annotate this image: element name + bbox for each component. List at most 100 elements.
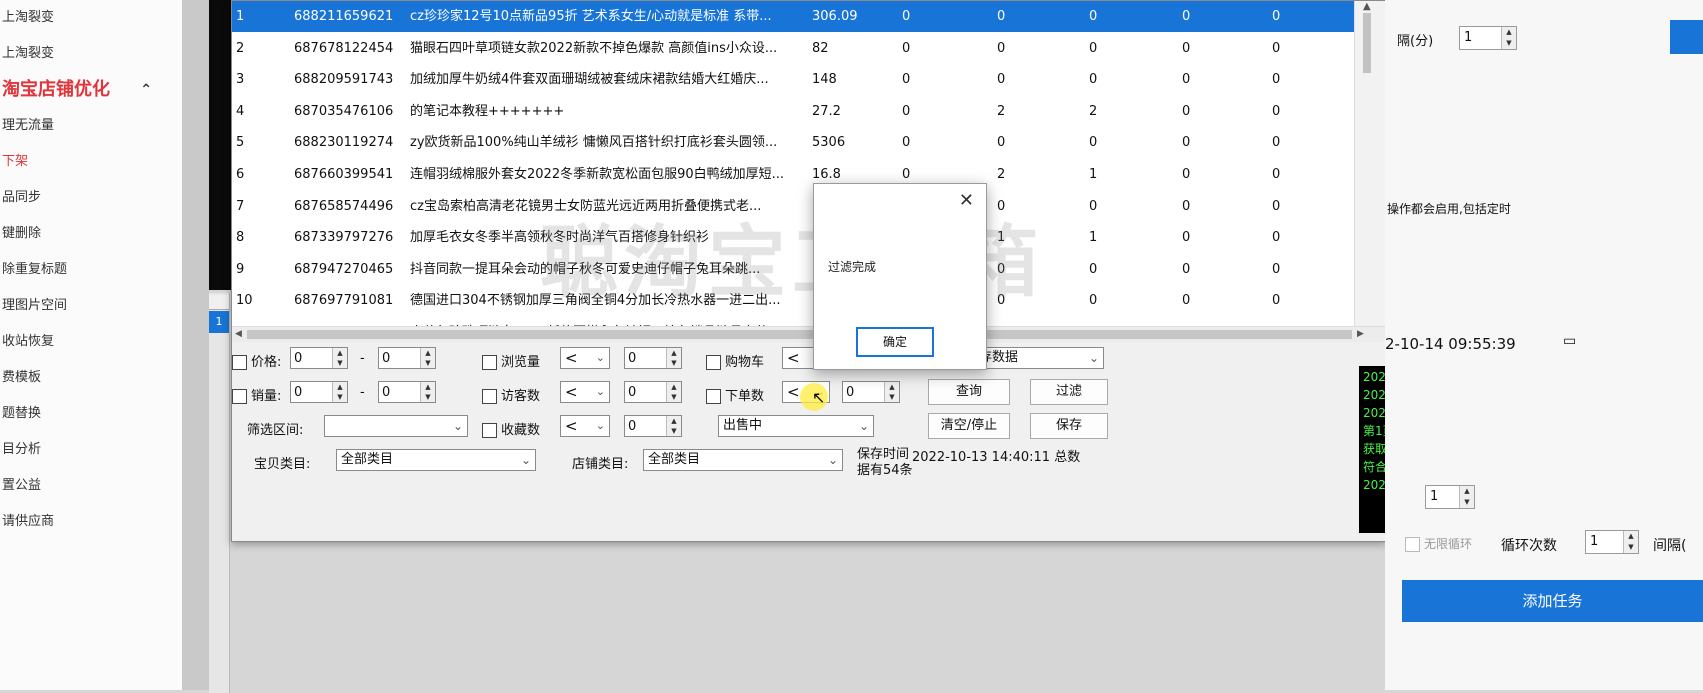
- table-row[interactable]: 4687035476106的笔记本教程+++++++27.2022000: [232, 96, 1354, 127]
- sidebar-item[interactable]: 费模板: [0, 360, 182, 396]
- price-filter[interactable]: 价格:: [232, 351, 281, 370]
- sales-checkbox[interactable]: [232, 389, 247, 404]
- spin-arrows-icon[interactable]: ▲▼: [420, 382, 435, 402]
- fav-value-input[interactable]: 0 ▲ ▼: [624, 415, 682, 437]
- spin-arrows-icon[interactable]: ▲▼: [1623, 531, 1638, 553]
- views-checkbox[interactable]: [482, 355, 497, 370]
- sales-filter[interactable]: 销量:: [232, 385, 281, 404]
- infinite-loop-box[interactable]: [1405, 537, 1420, 552]
- scroll-up-icon[interactable]: ▲: [1363, 1, 1371, 12]
- sidebar-item[interactable]: 下架: [0, 144, 182, 180]
- loop-count-label: 循环次数: [1501, 538, 1557, 554]
- sidebar-item[interactable]: 理无流量: [0, 108, 182, 144]
- spin-arrows-icon[interactable]: ▲▼: [666, 348, 681, 368]
- views-value-input[interactable]: 0 ▲ ▼: [624, 347, 682, 369]
- save-button[interactable]: 保存: [1030, 413, 1108, 439]
- views-filter[interactable]: 浏览量: [482, 351, 540, 370]
- spin-arrows-icon[interactable]: ▲▼: [420, 348, 435, 368]
- sidebar-item[interactable]: 除重复标题: [0, 252, 182, 288]
- sidebar-item[interactable]: 上淘裂变: [0, 0, 182, 36]
- sidebar-item-label: 上淘裂变: [2, 46, 55, 61]
- views-operator[interactable]: < ⌄: [560, 347, 610, 369]
- sidebar-item[interactable]: 上淘裂变: [0, 36, 182, 72]
- price-min-input[interactable]: 0 ▲ ▼: [290, 347, 348, 369]
- ok-button[interactable]: 确定: [856, 327, 934, 357]
- sales-min-input[interactable]: 0 ▲ ▼: [290, 381, 348, 403]
- interval-input[interactable]: 1 ▲ ▼: [1459, 26, 1517, 50]
- fav-checkbox[interactable]: [482, 423, 497, 438]
- fav-operator[interactable]: < ⌄: [560, 415, 610, 437]
- sidebar-item[interactable]: 题替换: [0, 396, 182, 432]
- sidebar: 上淘裂变 上淘裂变 淘宝店铺优化 ⌃ 理无流量 下架 品同步 键删除 除重复标题 理图片空间 收站恢…: [0, 0, 182, 690]
- scroll-left-icon[interactable]: ◀: [235, 327, 242, 342]
- spin-arrows-icon[interactable]: ▲▼: [666, 382, 681, 402]
- sidebar-item[interactable]: 理图片空间: [0, 288, 182, 324]
- scroll-thumb[interactable]: [1363, 13, 1371, 73]
- shop-category-select[interactable]: 全部类目 ⌄: [643, 449, 843, 471]
- sidebar-item[interactable]: 品同步: [0, 180, 182, 216]
- chevron-up-icon[interactable]: ⌃: [140, 72, 152, 108]
- secondary-spin[interactable]: 1 ▲ ▼: [1425, 485, 1475, 509]
- background-selected-row[interactable]: 1: [209, 311, 229, 333]
- spin-arrows-icon[interactable]: ▲▼: [332, 348, 347, 368]
- loop-count-input[interactable]: 1 ▲ ▼: [1585, 530, 1639, 554]
- table-row[interactable]: 2 687678122454 猫眼石四叶草项链女款2022新款不掉色爆款 高颜值in…: [232, 33, 1354, 64]
- views-operator-value: <: [565, 349, 578, 367]
- fav-label: 收藏数: [501, 423, 541, 438]
- orders-value-input[interactable]: 0 ▲ ▼: [842, 381, 900, 403]
- sidebar-item[interactable]: 请供应商: [0, 504, 182, 540]
- close-icon[interactable]: ✕: [959, 190, 974, 211]
- cart-filter[interactable]: 购物车: [706, 351, 764, 370]
- action-button-top[interactable]: [1670, 20, 1703, 54]
- table-horizontal-scrollbar[interactable]: ◀ ▶: [232, 326, 1386, 342]
- table-row[interactable]: 1 688211659621 cz珍珍家12号10点新品95折 艺术系女生/心动就是…: [232, 1, 1354, 32]
- cart-operator-value: <: [787, 349, 800, 367]
- status-select[interactable]: 出售中 ⌄: [718, 415, 874, 437]
- scroll-right-icon[interactable]: ▶: [1357, 327, 1364, 342]
- table-cell-c3: 2: [1089, 103, 1098, 119]
- spin-arrows-icon[interactable]: ▲▼: [1459, 486, 1474, 508]
- range-select[interactable]: ⌄: [324, 415, 468, 437]
- sidebar-item[interactable]: 收站恢复: [0, 324, 182, 360]
- price-min-value: 0: [294, 351, 303, 366]
- hscroll-thumb[interactable]: [247, 330, 1352, 339]
- query-button[interactable]: 查询: [928, 379, 1010, 405]
- spin-arrows-icon[interactable]: ▲▼: [332, 382, 347, 402]
- interval2-label: 间隔(: [1653, 538, 1687, 554]
- table-cell-idx: 7: [236, 198, 245, 214]
- price-checkbox[interactable]: [232, 355, 247, 370]
- baby-category-select[interactable]: 全部类目 ⌄: [336, 449, 536, 471]
- filter-button[interactable]: 过滤: [1030, 379, 1108, 405]
- sidebar-item[interactable]: 键删除: [0, 216, 182, 252]
- chevron-down-icon: ⌄: [827, 453, 838, 467]
- add-task-button[interactable]: 添加任务: [1402, 580, 1703, 622]
- sidebar-item[interactable]: 目分析: [0, 432, 182, 468]
- spin-arrows-icon[interactable]: ▲▼: [666, 416, 681, 436]
- table-vertical-scrollbar[interactable]: ▲: [1354, 1, 1387, 326]
- orders-checkbox[interactable]: [706, 389, 721, 404]
- table-cell-c3: 0: [1089, 261, 1098, 277]
- cart-checkbox[interactable]: [706, 355, 721, 370]
- orders-value: 0: [846, 385, 855, 400]
- calendar-icon[interactable]: ▭: [1563, 333, 1576, 349]
- clear-stop-button[interactable]: 清空/停止: [928, 413, 1010, 439]
- table-row[interactable]: 3 688209591743 加绒加厚牛奶绒4件套双面珊瑚绒被套绒床裙款结婚大红婚庆…: [232, 64, 1354, 95]
- spin-arrows-icon[interactable]: ▲▼: [884, 382, 899, 402]
- spin-arrows-icon[interactable]: ▲▼: [1501, 27, 1516, 49]
- orders-filter[interactable]: 下单数: [706, 385, 764, 404]
- chevron-down-icon: ⌄: [1088, 351, 1099, 365]
- infinite-loop-checkbox[interactable]: 无限循环: [1405, 535, 1472, 552]
- visitors-value-input[interactable]: 0 ▲ ▼: [624, 381, 682, 403]
- sidebar-item[interactable]: 置公益: [0, 468, 182, 504]
- sidebar-item[interactable]: 淘宝店铺优化 ⌃: [0, 72, 182, 108]
- visitors-checkbox[interactable]: [482, 389, 497, 404]
- table-row[interactable]: 6 687660399541 连帽羽绒棉服外套女2022冬季新款宽松面包服90白鸭绒…: [232, 159, 1354, 190]
- table-row[interactable]: 5 688230119274 zy欧货新品100%纯山羊绒衫 慵懒风百搭针织打底衫套…: [232, 127, 1354, 158]
- sales-max-input[interactable]: 0 ▲ ▼: [378, 381, 436, 403]
- visitors-operator[interactable]: < ⌄: [560, 381, 610, 403]
- table-cell-id: 688211659621: [294, 9, 394, 24]
- fav-filter[interactable]: 收藏数: [482, 419, 540, 438]
- table-cell-c4: 0: [1182, 167, 1191, 182]
- visitors-filter[interactable]: 访客数: [482, 385, 540, 404]
- price-max-input[interactable]: 0 ▲ ▼: [378, 347, 436, 369]
